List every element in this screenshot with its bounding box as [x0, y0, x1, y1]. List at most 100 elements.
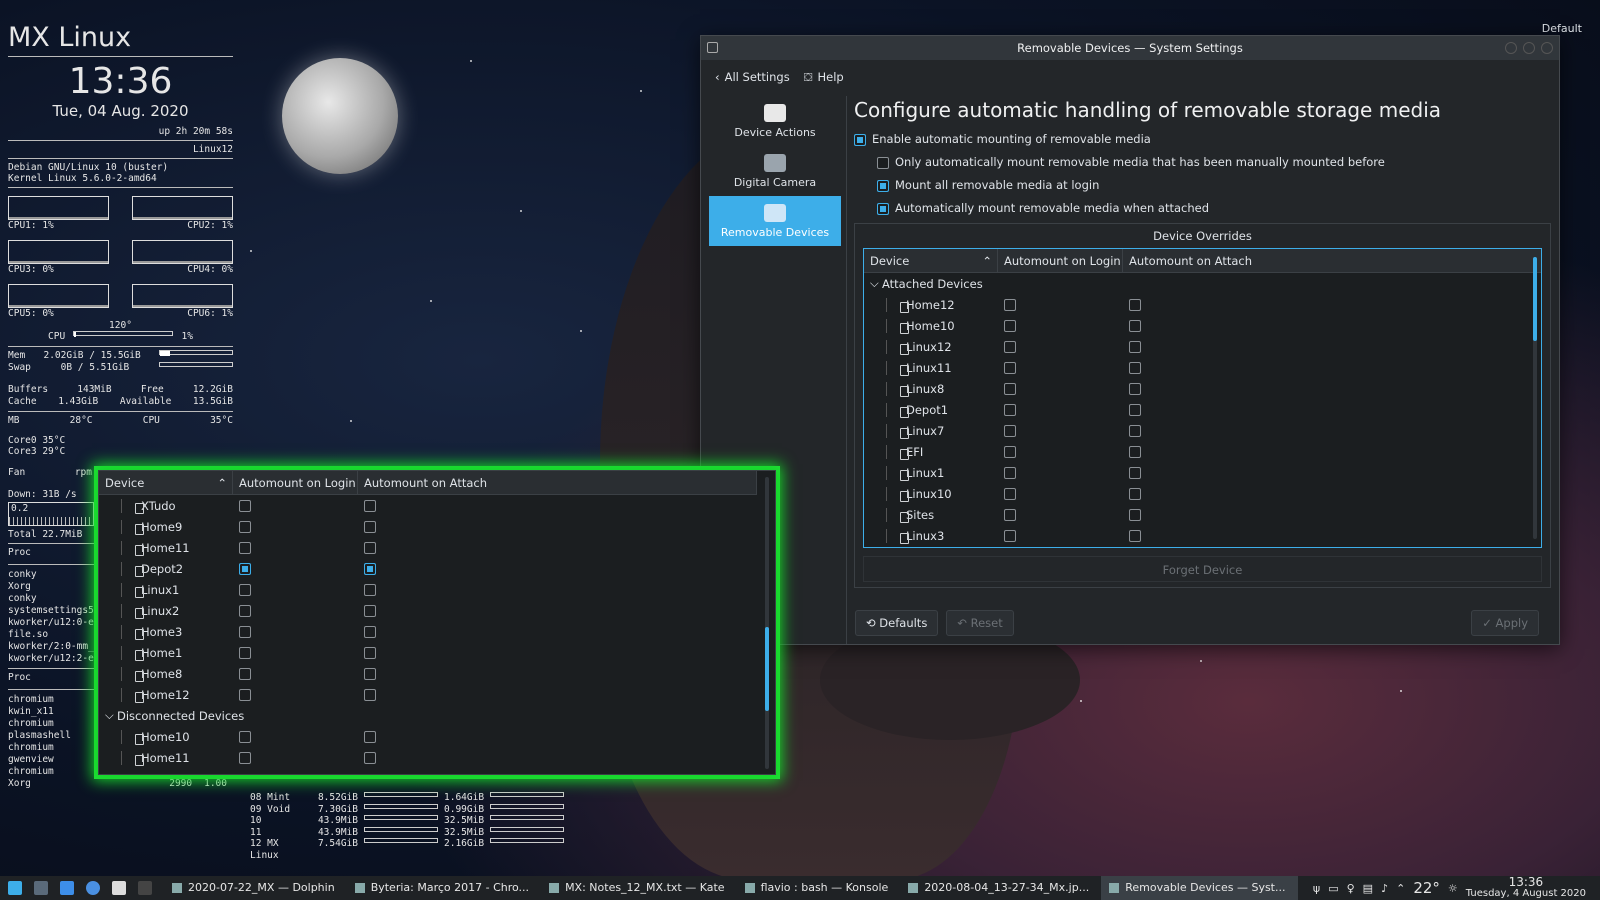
taskbar-task[interactable]: MX: Notes_12_MX.txt — Kate: [541, 876, 737, 900]
login-checkbox[interactable]: [1004, 488, 1016, 500]
taskbar-task[interactable]: 2020-07-22_MX — Dolphin: [164, 876, 347, 900]
scrollbar-handle[interactable]: [1533, 257, 1537, 341]
login-checkbox[interactable]: [1004, 404, 1016, 416]
taskbar-task[interactable]: Byteria: Março 2017 - Chro...: [347, 876, 541, 900]
bulb-icon[interactable]: ♀: [1347, 882, 1355, 895]
device-row[interactable]: Home8: [99, 663, 775, 684]
all-settings-button[interactable]: ‹ All Settings: [715, 70, 790, 84]
login-checkbox[interactable]: [239, 584, 251, 596]
login-checkbox[interactable]: [1004, 446, 1016, 458]
login-checkbox[interactable]: [1004, 320, 1016, 332]
column-device[interactable]: Device ⌃: [99, 471, 233, 494]
option-row[interactable]: Mount all removable media at login: [854, 174, 1551, 197]
apply-button[interactable]: ✓ Apply: [1471, 610, 1539, 636]
close-icon[interactable]: [1541, 42, 1553, 54]
scrollbar-handle[interactable]: [765, 627, 769, 711]
login-checkbox[interactable]: [1004, 467, 1016, 479]
login-checkbox[interactable]: [239, 689, 251, 701]
forget-device-button[interactable]: Forget Device: [863, 556, 1542, 582]
app-launcher-icon[interactable]: [8, 881, 22, 895]
attach-checkbox[interactable]: [364, 689, 376, 701]
login-checkbox[interactable]: [1004, 425, 1016, 437]
login-checkbox[interactable]: [1004, 530, 1016, 542]
device-row[interactable]: Sites: [864, 504, 1541, 525]
column-attach[interactable]: Automount on Attach: [1123, 249, 1541, 272]
attach-checkbox[interactable]: [364, 584, 376, 596]
device-row[interactable]: Home10: [99, 726, 775, 747]
attach-checkbox[interactable]: [364, 500, 376, 512]
device-row[interactable]: Home3: [99, 621, 775, 642]
device-row[interactable]: Home10: [864, 315, 1541, 336]
title-bar[interactable]: Removable Devices — System Settings: [701, 36, 1559, 60]
attach-checkbox[interactable]: [364, 752, 376, 764]
option-checkbox[interactable]: [877, 179, 889, 192]
volume-icon[interactable]: ♪: [1381, 882, 1388, 895]
device-tree[interactable]: Device ⌃ Automount on Login Automount on …: [863, 248, 1542, 548]
device-row[interactable]: Linux2: [99, 600, 775, 621]
attach-checkbox[interactable]: [1129, 509, 1141, 521]
attach-checkbox[interactable]: [1129, 446, 1141, 458]
device-row[interactable]: Linux12: [864, 336, 1541, 357]
attach-checkbox[interactable]: [364, 668, 376, 680]
attach-checkbox[interactable]: [364, 626, 376, 638]
login-checkbox[interactable]: [1004, 509, 1016, 521]
login-checkbox[interactable]: [239, 668, 251, 680]
device-row[interactable]: Home12: [99, 684, 775, 705]
device-row[interactable]: Linux1: [864, 462, 1541, 483]
taskbar-task[interactable]: Removable Devices — Syst...: [1101, 876, 1298, 900]
device-row[interactable]: Depot2: [99, 558, 775, 579]
option-row[interactable]: Only automatically mount removable media…: [854, 151, 1551, 174]
attach-checkbox[interactable]: [364, 563, 376, 575]
login-checkbox[interactable]: [239, 542, 251, 554]
login-checkbox[interactable]: [1004, 362, 1016, 374]
maximize-icon[interactable]: [1523, 42, 1535, 54]
attach-checkbox[interactable]: [1129, 320, 1141, 332]
sidebar-item-device-actions[interactable]: Device Actions: [709, 96, 841, 146]
column-login[interactable]: Automount on Login: [233, 471, 358, 494]
weather-temp[interactable]: 22°: [1413, 879, 1440, 897]
attach-checkbox[interactable]: [1129, 404, 1141, 416]
device-row[interactable]: Linux7: [864, 420, 1541, 441]
attach-checkbox[interactable]: [1129, 341, 1141, 353]
option-row[interactable]: Enable automatic mounting of removable m…: [854, 128, 1551, 151]
help-button[interactable]: ⛋ Help: [804, 70, 844, 85]
terminal-icon[interactable]: [34, 881, 48, 895]
login-checkbox[interactable]: [239, 647, 251, 659]
option-checkbox[interactable]: [877, 156, 889, 169]
window-menu-icon[interactable]: [707, 42, 718, 53]
device-row[interactable]: XTudo: [99, 495, 775, 516]
minimize-icon[interactable]: [1505, 42, 1517, 54]
sidebar-item-digital-camera[interactable]: Digital Camera: [709, 146, 841, 196]
login-checkbox[interactable]: [239, 605, 251, 617]
device-row[interactable]: EFI: [864, 441, 1541, 462]
device-row[interactable]: Depot1: [864, 399, 1541, 420]
clipboard-icon[interactable]: ▤: [1363, 882, 1373, 895]
login-checkbox[interactable]: [239, 563, 251, 575]
display-icon[interactable]: ▭: [1328, 882, 1338, 895]
device-row[interactable]: Linux11: [864, 357, 1541, 378]
text-editor-icon[interactable]: [112, 881, 126, 895]
column-device[interactable]: Device ⌃: [864, 249, 998, 272]
attach-checkbox[interactable]: [364, 647, 376, 659]
zoomed-device-tree[interactable]: Device ⌃ Automount on Login Automount on …: [98, 470, 776, 775]
attach-checkbox[interactable]: [1129, 530, 1141, 542]
browser-icon[interactable]: [86, 881, 100, 895]
activity-label[interactable]: Default: [1542, 22, 1582, 35]
device-row[interactable]: Linux1: [99, 579, 775, 600]
expand-chevron-icon[interactable]: ⌵: [105, 708, 114, 723]
login-checkbox[interactable]: [239, 626, 251, 638]
device-row[interactable]: Linux3: [864, 525, 1541, 546]
login-checkbox[interactable]: [239, 731, 251, 743]
device-row[interactable]: Home11: [99, 537, 775, 558]
attach-checkbox[interactable]: [1129, 383, 1141, 395]
attach-checkbox[interactable]: [1129, 467, 1141, 479]
sidebar-item-removable-devices[interactable]: Removable Devices: [709, 196, 841, 246]
sun-icon[interactable]: ☼: [1448, 882, 1458, 895]
login-checkbox[interactable]: [1004, 341, 1016, 353]
attach-checkbox[interactable]: [364, 542, 376, 554]
group-disconnected[interactable]: ⌵ Disconnected Devices: [99, 705, 775, 726]
login-checkbox[interactable]: [239, 500, 251, 512]
login-checkbox[interactable]: [239, 521, 251, 533]
reset-button[interactable]: ↶ Reset: [946, 610, 1014, 636]
attach-checkbox[interactable]: [364, 731, 376, 743]
